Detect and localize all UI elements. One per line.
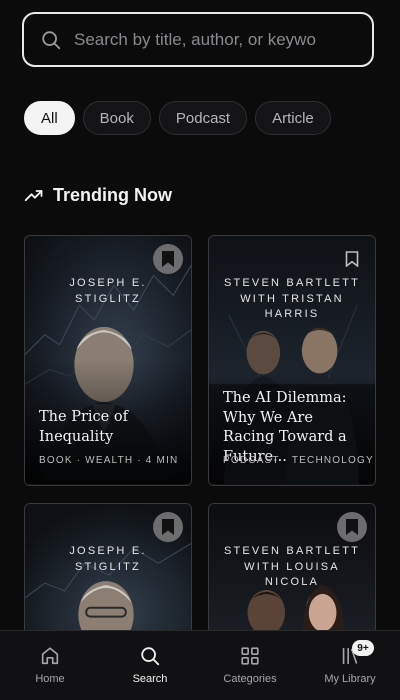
search-screen: All Book Podcast Article Trending Now <box>0 0 400 700</box>
card-meta: PODCAST · TECHNOLOGY <box>223 455 374 466</box>
bottom-nav: Home Search Categories 9+ My Library <box>0 630 400 700</box>
filter-chip-all[interactable]: All <box>24 101 75 135</box>
search-icon <box>141 647 160 666</box>
bookmark-icon <box>162 251 174 267</box>
filter-chip-podcast[interactable]: Podcast <box>158 101 248 135</box>
nav-item-search[interactable]: Search <box>100 631 200 685</box>
nav-item-categories[interactable]: Categories <box>200 631 300 685</box>
grid-icon <box>241 647 259 665</box>
bookmark-icon <box>162 519 174 535</box>
nav-label: Categories <box>223 673 277 685</box>
nav-item-my-library[interactable]: 9+ My Library <box>300 631 400 685</box>
card-title: The Price of Inequality <box>39 409 128 445</box>
nav-label: My Library <box>324 673 376 685</box>
nav-label: Search <box>132 673 168 685</box>
home-icon <box>41 647 59 665</box>
library-badge: 9+ <box>352 640 374 656</box>
card-author: STEVEN BARTLETT WITH LOUISA NICOLA <box>223 545 361 588</box>
content-card[interactable]: JOSEPH E. STIGLITZ The Price of Inequali… <box>24 235 192 486</box>
section-title: Trending Now <box>53 185 172 205</box>
bookmark-button[interactable] <box>337 512 367 542</box>
nav-item-home[interactable]: Home <box>0 631 100 685</box>
bookmark-outline-icon <box>345 251 359 267</box>
card-author: JOSEPH E. STIGLITZ <box>69 545 147 573</box>
bookmark-button[interactable] <box>337 244 367 274</box>
search-bar[interactable] <box>22 12 374 67</box>
trending-up-icon <box>24 189 43 201</box>
trending-heading: Trending Now <box>24 185 172 206</box>
nav-label: Home <box>35 673 65 685</box>
card-author: STEVEN BARTLETT WITH TRISTAN HARRIS <box>223 277 361 320</box>
card-author: JOSEPH E. STIGLITZ <box>69 277 147 305</box>
card-meta: BOOK · WEALTH · 4 MIN <box>39 455 179 466</box>
bookmark-button[interactable] <box>153 512 183 542</box>
bookmark-button[interactable] <box>153 244 183 274</box>
filter-chip-article[interactable]: Article <box>255 101 331 135</box>
search-input[interactable] <box>74 29 358 50</box>
bookmark-icon <box>346 519 358 535</box>
filter-chip-book[interactable]: Book <box>82 101 151 135</box>
content-card[interactable]: STEVEN BARTLETT WITH TRISTAN HARRIS The … <box>208 235 376 486</box>
filter-chips: All Book Podcast Article <box>24 101 331 135</box>
search-icon <box>42 30 61 49</box>
